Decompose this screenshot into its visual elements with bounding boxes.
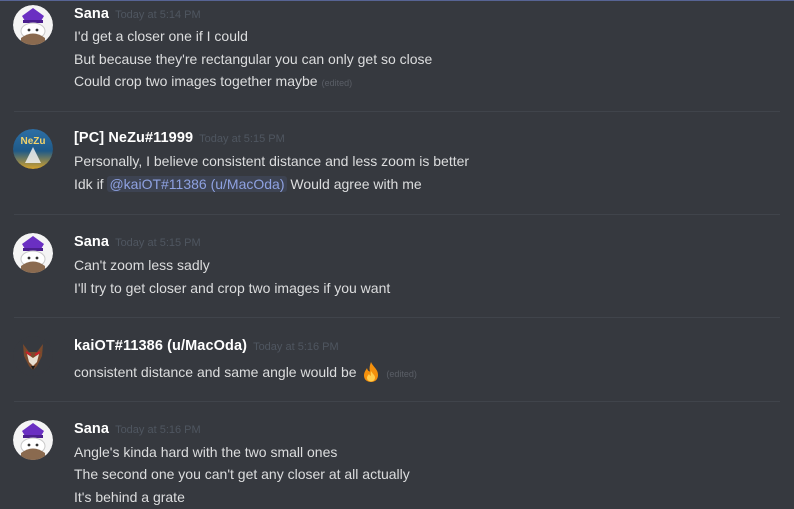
message-header: Sana Today at 5:16 PM [74, 420, 201, 438]
message-text: consistent distance and same angle would… [74, 364, 361, 380]
message-line: It's behind a grate [74, 488, 185, 506]
message-text: The second one you can't get any closer … [74, 466, 410, 482]
coyote-avatar-icon[interactable] [13, 336, 53, 376]
message-text: Idk if [74, 176, 108, 192]
message-text: But because they're rectangular you can … [74, 51, 433, 67]
chat-message-list[interactable]: Sana Today at 5:14 PM I'd get a closer on… [0, 0, 794, 509]
sana-avatar-icon[interactable] [13, 5, 53, 45]
timestamp[interactable]: Today at 5:16 PM [253, 341, 339, 353]
message-line: I'd get a closer one if I could [74, 27, 248, 45]
message-divider [14, 401, 780, 402]
edited-tag: (edited) [321, 78, 353, 88]
message-line: consistent distance and same angle would… [74, 361, 417, 383]
timestamp[interactable]: Today at 5:15 PM [199, 133, 285, 145]
message-line: Idk if @kaiOT#11386 (u/MacOda) Would agr… [74, 175, 422, 193]
message-text: It's behind a grate [74, 489, 185, 505]
message-line: Angle's kinda hard with the two small on… [74, 443, 337, 461]
message-text: I'd get a closer one if I could [74, 28, 248, 44]
message-header: Sana Today at 5:14 PM [74, 5, 201, 23]
message-divider [14, 214, 780, 215]
message-text: Can't zoom less sadly [74, 257, 210, 273]
username[interactable]: kaiOT#11386 (u/MacOda) [74, 338, 247, 354]
message-text: Angle's kinda hard with the two small on… [74, 444, 338, 460]
nezu-avatar-icon[interactable]: NeZu [13, 129, 53, 169]
message-line: Personally, I believe consistent distanc… [74, 152, 469, 170]
message-header: kaiOT#11386 (u/MacOda) Today at 5:16 PM [74, 337, 339, 355]
message-line: But because they're rectangular you can … [74, 50, 432, 68]
timestamp[interactable]: Today at 5:14 PM [115, 9, 201, 21]
message-header: [PC] NeZu#11999 Today at 5:15 PM [74, 129, 285, 147]
message-text: Would agree with me [286, 176, 422, 192]
username[interactable]: Sana [74, 421, 109, 437]
sana-avatar-icon[interactable] [13, 233, 53, 273]
edited-tag: (edited) [386, 369, 417, 379]
message-text: Personally, I believe consistent distanc… [74, 153, 470, 169]
sana-avatar-icon[interactable] [13, 420, 53, 460]
user-mention[interactable]: @kaiOT#11386 (u/MacOda) [107, 176, 287, 192]
timestamp[interactable]: Today at 5:16 PM [115, 424, 201, 436]
avatar-text: NeZu [21, 136, 46, 147]
username[interactable]: Sana [74, 6, 109, 22]
message-divider [14, 317, 780, 318]
message-header: Sana Today at 5:15 PM [74, 233, 201, 251]
message-line: Can't zoom less sadly [74, 256, 210, 274]
timestamp[interactable]: Today at 5:15 PM [115, 237, 201, 249]
fire-emoji-icon[interactable] [360, 361, 382, 383]
message-divider [14, 111, 780, 112]
new-messages-bar [0, 0, 794, 1]
message-text: Could crop two images together maybe [74, 73, 318, 89]
username[interactable]: [PC] NeZu#11999 [74, 130, 193, 146]
message-text: I'll try to get closer and crop two imag… [74, 280, 391, 296]
message-line: I'll try to get closer and crop two imag… [74, 279, 390, 297]
message-line: The second one you can't get any closer … [74, 465, 410, 483]
username[interactable]: Sana [74, 234, 109, 250]
message-line: Could crop two images together maybe (edi… [74, 72, 352, 92]
